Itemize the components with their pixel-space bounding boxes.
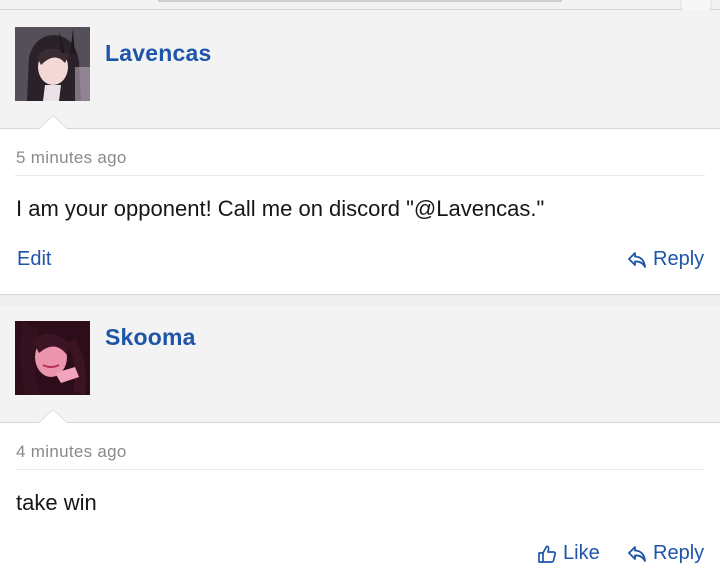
avatar[interactable] xyxy=(15,321,90,395)
reply-label: Reply xyxy=(653,248,705,270)
comment-2: Skooma 4 minutes ago take win Like Reply xyxy=(0,306,720,586)
comment-1: Lavencas 5 minutes ago I am your opponen… xyxy=(0,10,720,294)
username[interactable]: Skooma xyxy=(105,324,196,351)
username[interactable]: Lavencas xyxy=(105,40,211,67)
like-button[interactable]: Like xyxy=(537,542,600,565)
divider xyxy=(15,175,705,176)
edit-button[interactable]: Edit xyxy=(17,248,51,271)
top-bar xyxy=(0,0,720,18)
comment-header: Lavencas xyxy=(0,10,720,129)
reply-label: Reply xyxy=(653,542,705,564)
comment-pointer xyxy=(38,115,68,129)
timestamp: 4 minutes ago xyxy=(16,442,127,461)
comment-header: Skooma xyxy=(0,306,720,423)
thumbs-up-icon xyxy=(537,544,557,564)
comment-text: take win xyxy=(16,490,97,515)
reply-arrow-icon xyxy=(627,251,647,269)
reply-arrow-icon xyxy=(627,545,647,563)
comment-pointer xyxy=(38,409,68,423)
reply-button[interactable]: Reply xyxy=(627,248,704,271)
avatar[interactable] xyxy=(15,27,90,101)
timestamp: 5 minutes ago xyxy=(16,148,127,167)
comment-text: I am your opponent! Call me on discord "… xyxy=(16,196,545,221)
edit-label: Edit xyxy=(17,248,52,270)
like-label: Like xyxy=(563,542,600,564)
top-divider xyxy=(158,0,562,2)
reply-button[interactable]: Reply xyxy=(627,542,704,565)
divider xyxy=(15,469,705,470)
comment-separator xyxy=(0,294,720,306)
